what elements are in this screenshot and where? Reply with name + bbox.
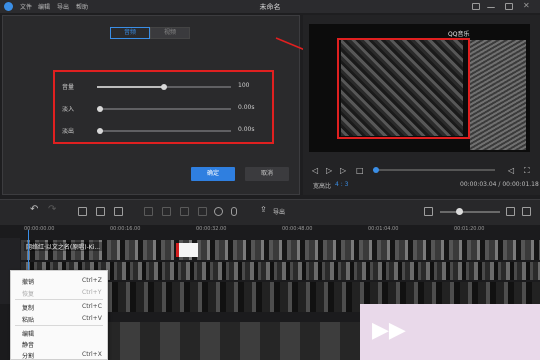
volume-value: 100 [238, 82, 250, 89]
menu-item-label: 分割 [22, 353, 35, 360]
cut-icon[interactable] [96, 207, 105, 216]
menu-item-redo[interactable]: 恢复 Ctrl+Y [11, 287, 107, 298]
fade-out-slider-thumb[interactable] [97, 128, 103, 134]
context-menu: 撤销 Ctrl+Z 恢复 Ctrl+Y 复制 Ctrl+C 粘贴 Ctrl+V … [10, 270, 108, 360]
zoom-slider[interactable] [440, 211, 500, 213]
cancel-button[interactable]: 取消 [245, 167, 289, 181]
export-button[interactable]: 导出 [273, 207, 285, 216]
fullscreen-icon[interactable]: ⛶ [524, 166, 530, 176]
fade-in-slider[interactable] [97, 108, 231, 110]
menu-item-copy[interactable]: 复制 Ctrl+C [11, 301, 107, 312]
next-frame-icon[interactable]: ▷ [340, 166, 346, 175]
menu-item-label: 静音 [22, 342, 35, 349]
export-icon[interactable]: ⇪ [260, 205, 267, 214]
menu-item-shortcut: Ctrl+Z [82, 277, 102, 284]
zoom-in-icon[interactable] [506, 207, 515, 216]
zoom-slider-thumb[interactable] [456, 208, 463, 215]
menu-divider [15, 299, 103, 300]
maximize-icon[interactable] [505, 3, 513, 10]
menu-item-paste[interactable]: 粘贴 Ctrl+V [11, 313, 107, 324]
stop-icon[interactable]: □ [356, 166, 364, 175]
ruler-label: 00:00:16.00 [110, 226, 141, 232]
freeze-icon[interactable] [198, 207, 207, 216]
menu-item-label: 恢复 [22, 291, 35, 298]
speed-icon[interactable] [214, 207, 223, 216]
window-title: 未命名 [259, 3, 281, 11]
volume-slider-thumb[interactable] [161, 84, 167, 90]
undo-icon[interactable]: ↶ [30, 204, 38, 215]
menu-divider [15, 325, 103, 326]
clip-thumbnail [176, 243, 198, 257]
volume-icon[interactable]: ◁ [508, 166, 514, 175]
fade-in-value: 0.00s [238, 104, 255, 111]
menu-item-edit[interactable]: 编辑 [11, 327, 107, 338]
menu-item-shortcut: Ctrl+C [82, 303, 102, 310]
mic-icon[interactable] [231, 207, 237, 216]
pen-icon[interactable] [78, 207, 87, 216]
volume-label: 音量 [62, 84, 75, 91]
watermark-logo: ▶▶ [372, 318, 406, 343]
mosaic-icon[interactable] [180, 207, 189, 216]
timeline-settings-icon[interactable] [522, 207, 531, 216]
screen-icon[interactable] [472, 3, 480, 10]
fade-out-value: 0.00s [238, 126, 255, 133]
menu-item-undo[interactable]: 撤销 Ctrl+Z [11, 275, 107, 286]
tab-video[interactable]: 视频 [150, 27, 190, 39]
fade-out-label: 淡出 [62, 128, 75, 135]
crop-icon[interactable] [144, 207, 153, 216]
playback-progress-thumb[interactable] [373, 167, 379, 173]
ruler-label: 00:00:48.00 [282, 226, 313, 232]
ok-button[interactable]: 确定 [191, 167, 235, 181]
menu-item-label: 粘贴 [22, 317, 35, 324]
menu-item-mute[interactable]: 静音 [11, 338, 107, 349]
ruler-label: 00:00:32.00 [196, 226, 227, 232]
time-readout: 00:00:03.04 / 00:00:01.18 [460, 181, 539, 188]
aspect-ratio-label: 宽高比 [313, 183, 332, 190]
delete-icon[interactable] [114, 207, 123, 216]
tab-audio[interactable]: 音频 [110, 27, 150, 39]
close-icon[interactable]: ✕ [523, 1, 530, 10]
ruler-label: 00:01:20.00 [454, 226, 485, 232]
play-icon[interactable]: ▷ [326, 166, 332, 175]
menu-item-split[interactable]: 分割 Ctrl+X [11, 349, 107, 360]
fade-out-slider[interactable] [97, 130, 231, 132]
ruler-label: 00:01:04.00 [368, 226, 399, 232]
qq-music-logo: QQ音乐 [448, 31, 470, 38]
preview-highlight [337, 38, 470, 139]
prev-frame-icon[interactable]: ◁ [312, 166, 318, 175]
fade-in-slider-thumb[interactable] [97, 106, 103, 112]
redo-icon[interactable]: ↷ [48, 204, 56, 215]
fade-in-label: 淡入 [62, 106, 75, 113]
menu-item-shortcut: Ctrl+Y [82, 289, 102, 296]
rotate-icon[interactable] [162, 207, 171, 216]
zoom-fit-icon[interactable] [424, 207, 433, 216]
menu-item-shortcut: Ctrl+V [82, 315, 102, 322]
playback-progress[interactable] [373, 169, 495, 171]
aspect-ratio-value[interactable]: 4 : 3 [335, 181, 348, 188]
volume-slider-fill [97, 86, 164, 88]
menu-item-label: 编辑 [22, 331, 35, 338]
minimize-icon[interactable] [487, 3, 495, 8]
menu-item-label: 撤销 [22, 279, 35, 286]
clip-title: 网络红·以文之名(原唱)-Ki... [24, 242, 103, 251]
preview-overlay-image [470, 40, 526, 150]
menu-item-shortcut: Ctrl+X [82, 351, 102, 358]
menu-item-label: 复制 [22, 305, 35, 312]
